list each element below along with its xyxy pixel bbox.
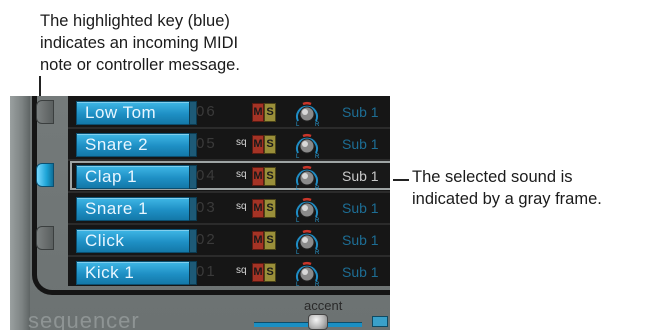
solo-button[interactable]: S (264, 167, 276, 186)
output-label[interactable]: Sub 1 (342, 167, 379, 185)
sequencer-label: sequencer (28, 308, 140, 330)
accent-slider-thumb[interactable] (308, 314, 328, 330)
sound-number: 02 (196, 231, 217, 248)
sq-indicator: sq (236, 201, 247, 212)
output-label[interactable]: Sub 1 (342, 199, 379, 217)
solo-button[interactable]: S (264, 199, 276, 218)
pan-knob[interactable]: L R (292, 163, 322, 192)
sound-row-clap-1-selected[interactable]: Clap 1 04 sq M S L R Sub 1 (68, 161, 390, 193)
output-label[interactable]: Sub 1 (342, 103, 379, 121)
sound-row-kick-1[interactable]: Kick 1 01 sq M S L R Sub 1 (68, 257, 390, 288)
callout-selected-sound: The selected sound is indicated by a gra… (412, 168, 602, 208)
sound-name: Clap 1 (85, 167, 138, 186)
solo-button[interactable]: S (264, 135, 276, 154)
trigger-key-clap-1-highlighted[interactable] (36, 163, 54, 187)
sound-number: 05 (196, 135, 217, 152)
sound-name-button[interactable]: Low Tom (76, 101, 190, 125)
sound-name: Snare 2 (85, 135, 149, 154)
panel-rail (10, 96, 30, 330)
sound-name-button[interactable]: Clap 1 (76, 165, 190, 189)
trigger-key-low-tom[interactable] (36, 100, 54, 124)
mute-button[interactable]: M (252, 199, 264, 218)
pan-knob[interactable]: L R (292, 99, 322, 128)
sound-name: Low Tom (85, 103, 157, 122)
svg-text:R: R (315, 282, 320, 287)
sound-name: Kick 1 (85, 263, 135, 282)
mute-button[interactable]: M (252, 103, 264, 122)
output-label[interactable]: Sub 1 (342, 135, 379, 153)
accent-led-indicator[interactable] (372, 316, 388, 327)
sound-name-button[interactable]: Click (76, 229, 190, 253)
sq-indicator: sq (236, 265, 247, 276)
mute-button[interactable]: M (252, 263, 264, 282)
pan-knob[interactable]: L R (292, 259, 322, 288)
sound-number: 04 (196, 167, 217, 184)
sound-name-button[interactable]: Kick 1 (76, 261, 190, 285)
sound-number: 01 (196, 263, 217, 280)
sound-name-button[interactable]: Snare 1 (76, 197, 190, 221)
solo-button[interactable]: S (264, 263, 276, 282)
solo-button[interactable]: S (264, 103, 276, 122)
solo-button[interactable]: S (264, 231, 276, 250)
pan-knob[interactable]: L R (292, 227, 322, 256)
accent-label: accent (304, 298, 343, 313)
output-label[interactable]: Sub 1 (342, 263, 379, 281)
sound-row-click[interactable]: Click 02 M S L R Sub 1 (68, 225, 390, 257)
pan-knob[interactable]: L R (292, 195, 322, 224)
sound-row-snare-2[interactable]: Snare 2 05 sq M S L R Sub 1 (68, 129, 390, 161)
mute-button[interactable]: M (252, 135, 264, 154)
callout-highlighted-key: The highlighted key (blue) indicates an … (40, 12, 240, 74)
sound-number: 06 (196, 103, 217, 120)
ultrabeat-panel: Low Tom 06 M S L R Sub 1 Snare 2 05 sq M… (10, 96, 390, 330)
pan-knob[interactable]: L R (292, 131, 322, 160)
mute-button[interactable]: M (252, 231, 264, 250)
svg-text:L: L (296, 282, 300, 287)
sq-indicator: sq (236, 169, 247, 180)
sound-name-button[interactable]: Snare 2 (76, 133, 190, 157)
sound-number: 03 (196, 199, 217, 216)
sound-row-low-tom[interactable]: Low Tom 06 M S L R Sub 1 (68, 97, 390, 129)
trigger-key-click[interactable] (36, 226, 54, 250)
output-label[interactable]: Sub 1 (342, 231, 379, 249)
sound-name: Snare 1 (85, 199, 149, 218)
sound-name: Click (85, 231, 125, 250)
leader-line-right (393, 179, 409, 181)
sound-row-snare-1[interactable]: Snare 1 03 sq M S L R Sub 1 (68, 193, 390, 225)
sq-indicator: sq (236, 137, 247, 148)
mute-button[interactable]: M (252, 167, 264, 186)
